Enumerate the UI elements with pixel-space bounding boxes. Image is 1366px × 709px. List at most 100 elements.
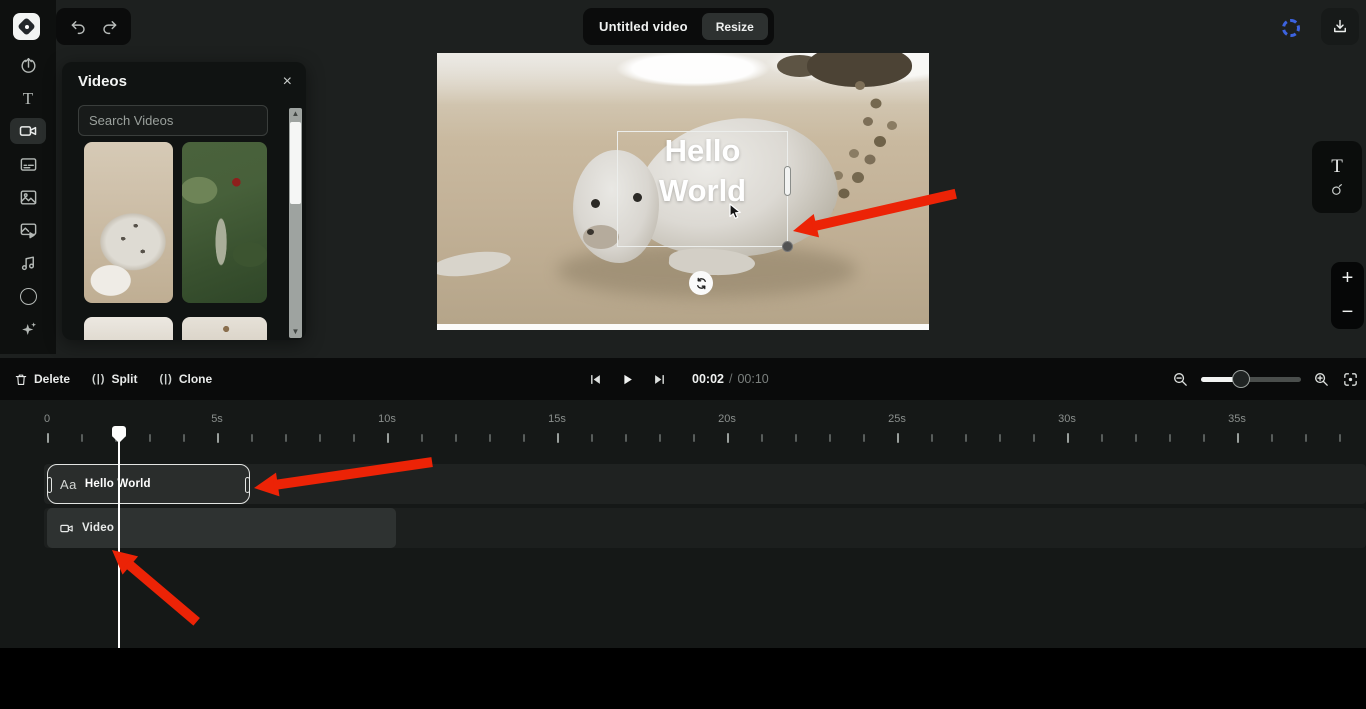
video-clip[interactable]: Video <box>47 508 396 548</box>
zoom-out-button[interactable]: − <box>1331 296 1364 330</box>
draw-color-icon[interactable] <box>1329 182 1345 198</box>
light-video-thumbnail-1[interactable] <box>84 317 173 340</box>
play-icon[interactable] <box>620 372 635 387</box>
scroll-up-icon[interactable]: ▲ <box>289 108 302 120</box>
sidebar-item-music[interactable] <box>10 250 46 276</box>
ruler-label: 20s <box>718 413 736 425</box>
record-circle-icon <box>20 288 37 305</box>
video-camera-icon <box>18 121 38 141</box>
text-selection-box[interactable] <box>617 131 788 247</box>
ruler-label: 10s <box>378 413 396 425</box>
resize-handle-right[interactable] <box>784 166 791 196</box>
playhead-handle[interactable] <box>112 426 126 437</box>
seal-nose <box>587 229 594 235</box>
ruler-label: 25s <box>888 413 906 425</box>
sidebar-item-captions[interactable] <box>10 151 46 177</box>
search-videos-input[interactable] <box>78 105 268 136</box>
sidebar-item-videos[interactable] <box>10 118 46 144</box>
captions-icon <box>19 155 38 174</box>
redo-icon[interactable] <box>101 18 119 36</box>
ruler-tick <box>319 434 321 442</box>
videos-panel-title: Videos <box>78 73 127 90</box>
resize-button[interactable]: Resize <box>702 13 768 40</box>
skip-end-icon[interactable] <box>652 372 667 387</box>
ruler-tick <box>1169 434 1171 442</box>
text-clip[interactable]: Aa Hello World <box>47 464 250 504</box>
time-separator: / <box>729 372 732 386</box>
ruler-tick <box>625 434 627 442</box>
forest-person-video-thumbnail[interactable] <box>182 142 267 303</box>
ruler-tick <box>1135 434 1137 442</box>
clip-trim-handle-right[interactable] <box>245 477 250 493</box>
current-time: 00:02 <box>692 372 724 386</box>
ruler-tick <box>897 433 899 443</box>
ruler-tick <box>1101 434 1103 442</box>
download-icon <box>1331 18 1349 36</box>
clone-label: Clone <box>179 372 212 386</box>
undo-icon[interactable] <box>69 18 87 36</box>
light-video-thumbnail-2[interactable] <box>182 317 267 340</box>
ruler-label: 5s <box>211 413 223 425</box>
ruler-tick <box>1339 434 1341 442</box>
skip-start-icon[interactable] <box>588 372 603 387</box>
sidebar-item-images[interactable] <box>10 184 46 210</box>
rotate-handle[interactable] <box>689 271 713 295</box>
fit-timeline-icon[interactable] <box>1342 371 1359 388</box>
element-tools-panel: T <box>1312 141 1362 213</box>
ruler-tick <box>1067 433 1069 443</box>
ruler-tick <box>591 434 593 442</box>
zoom-in-button[interactable]: + <box>1331 262 1364 296</box>
ruler-tick <box>81 434 83 442</box>
seal-eye <box>591 199 600 208</box>
ruler-tick <box>285 434 287 442</box>
scrollbar-thumb[interactable] <box>290 122 301 204</box>
ruler-tick <box>1271 434 1273 442</box>
close-icon[interactable]: × <box>283 74 292 90</box>
editor-upper-area: T <box>0 0 1366 358</box>
export-download-button[interactable] <box>1321 8 1359 45</box>
music-icon <box>19 254 38 273</box>
app-logo[interactable] <box>13 13 40 40</box>
split-button[interactable]: (|) Split <box>92 372 137 386</box>
text-style-icon[interactable]: T <box>1331 157 1343 176</box>
ruler-tick <box>863 434 865 442</box>
delete-button[interactable]: Delete <box>14 372 70 387</box>
clone-button[interactable]: (|) Clone <box>159 372 212 386</box>
zoom-out-magnifier-icon[interactable] <box>1172 371 1189 388</box>
timeline-ruler[interactable]: 05s10s15s20s25s30s35s <box>0 408 1366 448</box>
upload-icon <box>19 56 38 75</box>
sidebar-item-upload[interactable] <box>10 52 46 78</box>
ruler-tick <box>795 434 797 442</box>
history-controls <box>56 8 131 45</box>
sidebar-item-text[interactable]: T <box>10 85 46 111</box>
clip-trim-handle-left[interactable] <box>47 477 52 493</box>
sidebar-item-record[interactable] <box>10 283 46 309</box>
ruler-tick <box>251 434 253 442</box>
panel-scrollbar[interactable]: ▲ ▼ <box>289 108 302 338</box>
text-tool-icon: T <box>23 90 33 107</box>
resize-handle-corner[interactable] <box>782 241 793 252</box>
settings-gear-icon[interactable] <box>1282 19 1300 37</box>
timeline-area: 05s10s15s20s25s30s35s Aa Hello World Vid… <box>0 400 1366 648</box>
ruler-tick <box>761 434 763 442</box>
ruler-tick <box>217 433 219 443</box>
ruler-tick <box>693 434 695 442</box>
zoom-in-magnifier-icon[interactable] <box>1313 371 1330 388</box>
ruler-tick <box>149 434 151 442</box>
sparkles-icon <box>19 320 38 339</box>
timecode: 00:02/00:10 <box>692 372 769 386</box>
timeline-zoom-slider[interactable] <box>1201 377 1301 382</box>
ruler-label: 15s <box>548 413 566 425</box>
scroll-down-icon[interactable]: ▼ <box>289 326 302 338</box>
ruler-tick <box>47 433 49 443</box>
playhead-line[interactable] <box>118 426 120 648</box>
trash-icon <box>14 372 28 387</box>
slider-knob[interactable] <box>1232 370 1250 388</box>
video-preview-canvas[interactable]: Hello World <box>437 53 929 330</box>
split-icon: (|) <box>92 373 105 385</box>
timeline-zoom-controls <box>1172 358 1359 400</box>
sidebar-item-stock-video[interactable] <box>10 217 46 243</box>
seal-beach-video-thumbnail[interactable] <box>84 142 173 303</box>
sidebar-item-effects[interactable] <box>10 316 46 342</box>
ruler-tick <box>829 434 831 442</box>
